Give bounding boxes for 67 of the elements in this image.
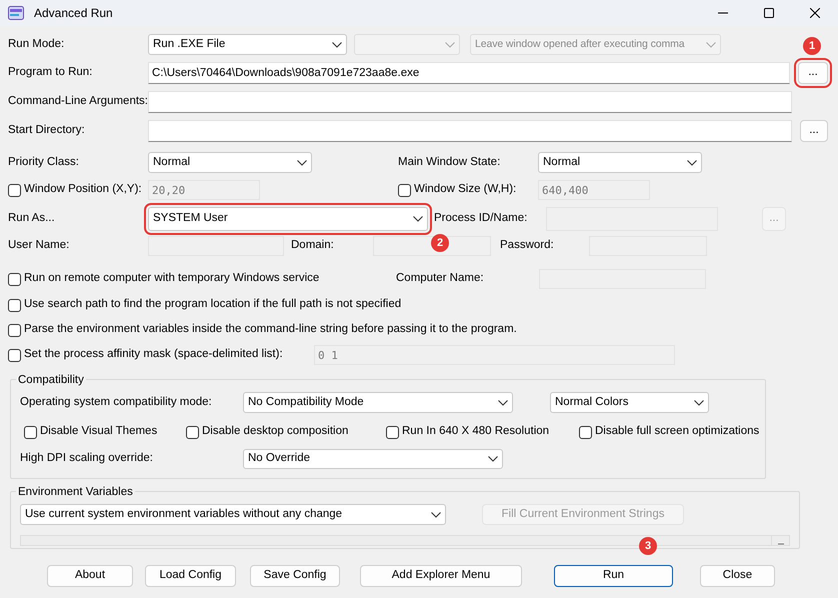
- chevron-down-icon: [445, 42, 455, 48]
- dropdown[interactable]: Normal: [148, 152, 312, 173]
- step-badge: 3: [639, 537, 657, 555]
- checkbox-label: Set the process affinity mask (space-delimited list):: [24, 347, 283, 362]
- text-field[interactable]: [148, 91, 792, 113]
- checkbox[interactable]: [186, 426, 199, 438]
- checkbox-label: Disable Visual Themes: [40, 424, 158, 440]
- checkbox-label: Disable full screen optimizations: [595, 424, 760, 440]
- field-label: Run As...: [8, 211, 56, 226]
- text-field[interactable]: C:\Users\70464\Downloads\908a7091e723aa8e.exe: [148, 62, 790, 84]
- dialog-button[interactable]: Close: [700, 565, 775, 587]
- field-label: Process ID/Name:: [434, 211, 528, 226]
- checkbox[interactable]: [24, 426, 37, 438]
- checkbox[interactable]: [8, 184, 21, 196]
- app-icon: [8, 6, 24, 20]
- chevron-down-icon: [297, 160, 307, 166]
- dropdown[interactable]: Run .EXE File: [148, 34, 347, 55]
- dialog-button[interactable]: About: [47, 565, 133, 587]
- field-label: Start Directory:: [8, 123, 86, 138]
- step-badge: 1: [803, 37, 821, 55]
- close-icon: [810, 8, 820, 18]
- checkbox[interactable]: [398, 184, 411, 196]
- text-field[interactable]: [148, 120, 792, 142]
- checkbox-label: Window Size (W,H):: [414, 182, 516, 198]
- chevron-down-icon: [488, 456, 498, 462]
- checkbox[interactable]: [8, 298, 21, 312]
- field-label: Main Window State:: [398, 154, 502, 170]
- field-label: Operating system compatibility mode:: [20, 394, 213, 410]
- dropdown[interactable]: No Override: [243, 449, 503, 469]
- dropdown[interactable]: No Compatibility Mode: [243, 392, 513, 413]
- field-label: Command-Line Arguments:: [8, 94, 148, 110]
- maximize-icon: [764, 8, 774, 18]
- field-label: Password:: [500, 238, 555, 254]
- field-label: High DPI scaling override:: [20, 451, 154, 466]
- checkbox[interactable]: [579, 426, 592, 438]
- dialog-button[interactable]: Run: [554, 565, 673, 587]
- dialog-button[interactable]: Load Config: [145, 565, 236, 587]
- chevron-down-icon: [431, 512, 441, 518]
- checkbox-label: Run In 640 X 480 Resolution: [402, 424, 550, 440]
- checkbox[interactable]: [8, 324, 21, 336]
- dropdown[interactable]: Normal: [538, 152, 702, 173]
- dialog-button[interactable]: Add Explorer Menu: [360, 565, 522, 587]
- chevron-down-icon: [498, 400, 508, 406]
- dropdown[interactable]: Use current system environment variables without any change: [20, 504, 446, 525]
- checkbox-label: Parse the environment variables inside the command-line string before passing it to the program.: [24, 322, 517, 338]
- dialog-button[interactable]: Save Config: [250, 565, 340, 587]
- checkbox-label: Window Position (X,Y):: [24, 182, 142, 198]
- checkbox[interactable]: [8, 348, 21, 362]
- browse-button[interactable]: ...: [800, 120, 828, 142]
- checkbox-label: Run on remote computer with temporary Windows service: [24, 271, 320, 286]
- field-label: Domain:: [291, 238, 335, 254]
- field-label: User Name:: [8, 238, 70, 254]
- window-title: Advanced Run: [34, 5, 113, 22]
- chevron-down-icon: [694, 400, 704, 406]
- dropdown[interactable]: Normal Colors: [550, 392, 709, 413]
- checkbox[interactable]: [386, 426, 399, 438]
- chevron-down-icon: [332, 42, 342, 48]
- field-label: Computer Name:: [396, 271, 485, 286]
- field-label: Run Mode:: [8, 36, 66, 52]
- chevron-down-icon: [687, 160, 697, 166]
- field-label: Priority Class:: [8, 154, 80, 170]
- checkbox-label: Use search path to find the program location if the full path is not specified: [24, 297, 402, 312]
- checkbox[interactable]: [8, 272, 21, 286]
- chevron-down-icon: [413, 216, 423, 222]
- chevron-down-icon: [706, 42, 716, 48]
- field-label: Program to Run:: [8, 65, 94, 80]
- checkbox-label: Disable desktop composition: [202, 424, 348, 440]
